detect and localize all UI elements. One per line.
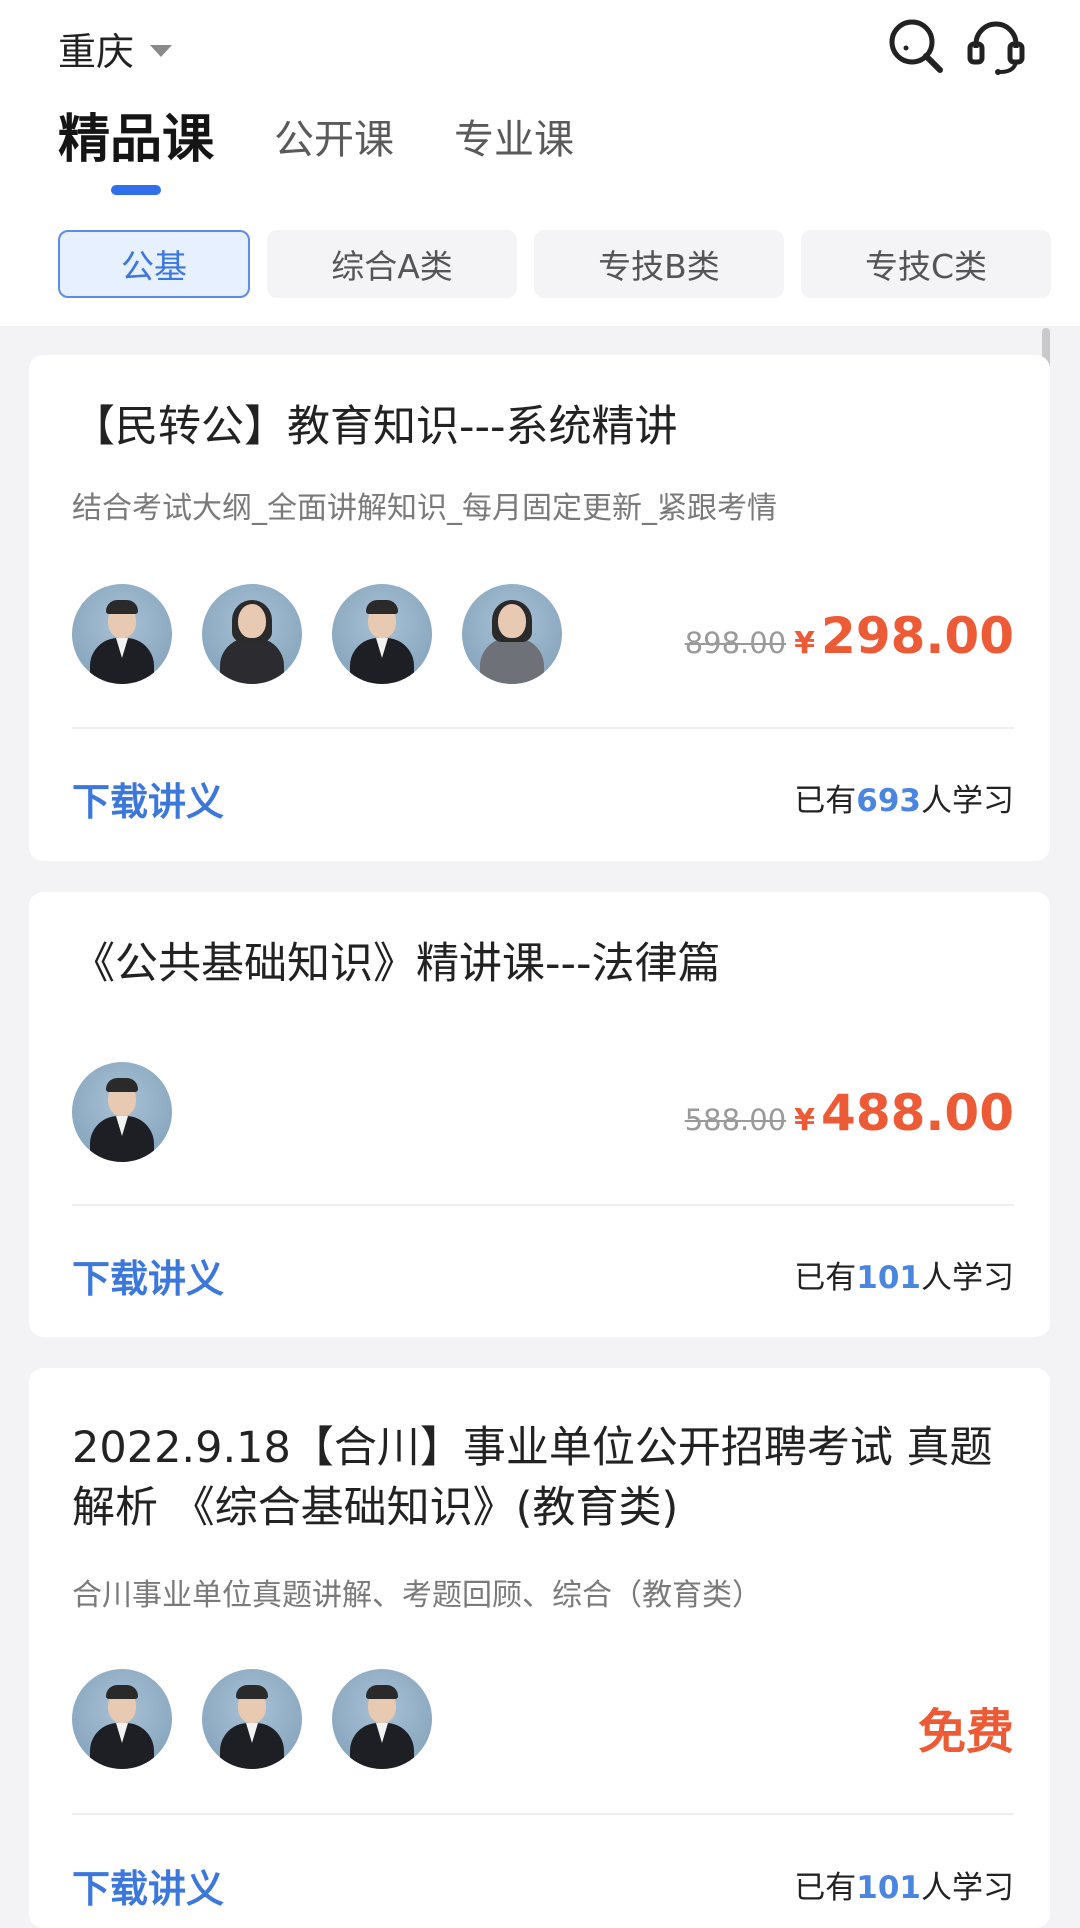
- avatar: [202, 584, 302, 684]
- learners-prefix: 已有: [794, 1870, 857, 1906]
- course-description: 合川事业单位真题讲解、考题回顾、综合（教育类）: [72, 1578, 762, 1613]
- divider: [72, 1204, 1014, 1206]
- search-icon[interactable]: [884, 14, 948, 78]
- avatar: [72, 1669, 172, 1769]
- chip-label: 综合A类: [331, 247, 453, 286]
- chip-zhuanji-c[interactable]: 专技C类: [801, 230, 1051, 298]
- learners-count: 已有693人学习: [794, 775, 1014, 820]
- currency-symbol: ¥: [794, 626, 816, 661]
- current-price: 298.00: [821, 607, 1014, 665]
- headset-icon[interactable]: [964, 14, 1028, 78]
- current-price: 488.00: [821, 1084, 1014, 1142]
- city-label: 重庆: [58, 29, 135, 74]
- learners-number: 101: [856, 1870, 921, 1906]
- filter-chips: 公基 综合A类 专技B类 专技C类: [58, 230, 1068, 298]
- header: 重庆 精品课 公开课 专业课 公基 综合A类 专技B类 专技C类: [0, 0, 1080, 326]
- price-block: 588.00 ¥ 488.00: [685, 1084, 1014, 1142]
- learners-number: 101: [856, 1260, 921, 1296]
- teacher-avatars: [72, 584, 592, 684]
- tab-professional[interactable]: 专业课: [454, 105, 574, 175]
- course-title: 2022.9.18【合川】事业单位公开招聘考试 真题解析 《综合基础知识》(教育…: [72, 1423, 993, 1533]
- teacher-avatars: [72, 1669, 462, 1769]
- divider: [72, 727, 1014, 729]
- category-tabs: 精品课 公开课 专业课: [58, 105, 634, 195]
- tab-label: 专业课: [454, 117, 575, 163]
- chip-label: 专技C类: [864, 247, 988, 286]
- download-handout-button[interactable]: 下载讲义: [72, 1858, 224, 1913]
- chip-label: 专技B类: [598, 247, 720, 286]
- learners-count: 已有101人学习: [794, 1252, 1014, 1297]
- learners-number: 693: [856, 783, 921, 819]
- original-price: 898.00: [684, 626, 787, 660]
- learners-prefix: 已有: [794, 783, 857, 819]
- learners-prefix: 已有: [794, 1260, 857, 1296]
- tab-label: 公开课: [274, 117, 395, 163]
- chip-zonghe-a[interactable]: 综合A类: [267, 230, 517, 298]
- avatar: [72, 584, 172, 684]
- course-description: 结合考试大纲_全面讲解知识_每月固定更新_紧跟考情: [72, 491, 777, 526]
- avatar: [462, 584, 562, 684]
- currency-symbol: ¥: [794, 1103, 816, 1138]
- chip-label: 公基: [121, 247, 187, 286]
- chip-zhuanji-b[interactable]: 专技B类: [534, 230, 784, 298]
- course-card[interactable]: 《公共基础知识》精讲课---法律篇 588.00 ¥ 488.00 下载讲义 已…: [29, 892, 1050, 1337]
- course-title: 《公共基础知识》精讲课---法律篇: [72, 939, 721, 989]
- avatar: [332, 584, 432, 684]
- original-price: 588.00: [684, 1103, 787, 1137]
- caret-down-icon: [150, 45, 173, 57]
- price-block: 898.00 ¥ 298.00: [685, 607, 1014, 665]
- divider: [72, 1813, 1014, 1815]
- tab-open[interactable]: 公开课: [274, 105, 394, 175]
- tab-label: 精品课: [58, 110, 215, 170]
- tab-premium[interactable]: 精品课: [58, 105, 215, 195]
- course-title: 【民转公】教育知识---系统精讲: [72, 402, 678, 452]
- active-tab-indicator: [111, 185, 161, 195]
- download-handout-button[interactable]: 下载讲义: [72, 771, 224, 826]
- avatar: [72, 1062, 172, 1162]
- free-label: 免费: [917, 1704, 1014, 1760]
- city-selector[interactable]: 重庆: [58, 18, 173, 78]
- chip-gongji[interactable]: 公基: [58, 230, 250, 298]
- teacher-avatars: [72, 1062, 202, 1162]
- course-card[interactable]: 2022.9.18【合川】事业单位公开招聘考试 真题解析 《综合基础知识》(教育…: [29, 1368, 1050, 1928]
- learners-suffix: 人学习: [921, 783, 1014, 819]
- learners-count: 已有101人学习: [794, 1862, 1014, 1907]
- course-card[interactable]: 【民转公】教育知识---系统精讲 结合考试大纲_全面讲解知识_每月固定更新_紧跟…: [29, 355, 1050, 861]
- learners-suffix: 人学习: [921, 1870, 1014, 1906]
- download-handout-button[interactable]: 下载讲义: [72, 1248, 224, 1303]
- avatar: [332, 1669, 432, 1769]
- avatar: [202, 1669, 302, 1769]
- learners-suffix: 人学习: [921, 1260, 1014, 1296]
